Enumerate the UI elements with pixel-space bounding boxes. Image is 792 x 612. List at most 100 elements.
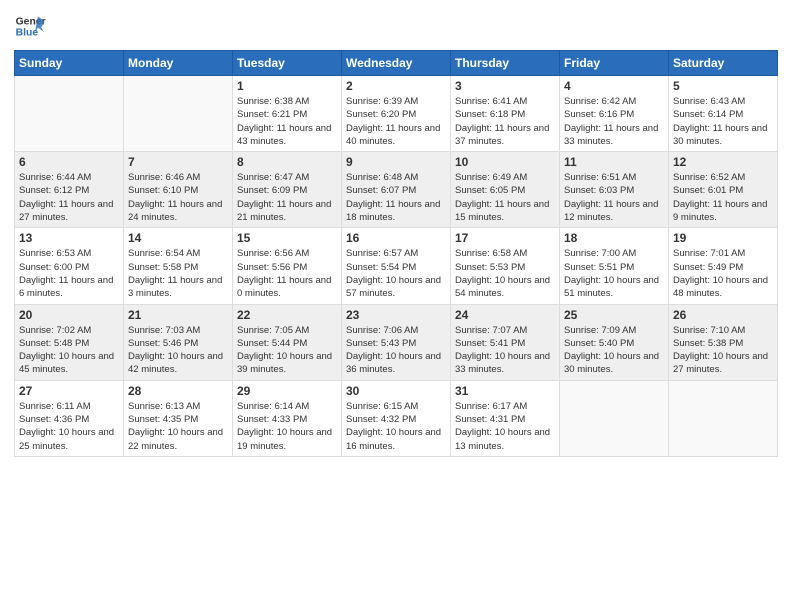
calendar-week-0: 1 Sunrise: 6:38 AM Sunset: 6:21 PM Daylig…	[15, 76, 778, 152]
header: General Blue	[14, 10, 778, 42]
day-number: 30	[346, 384, 446, 398]
calendar-cell: 24 Sunrise: 7:07 AM Sunset: 5:41 PM Dayli…	[451, 304, 560, 380]
day-number: 24	[455, 308, 555, 322]
calendar-cell: 11 Sunrise: 6:51 AM Sunset: 6:03 PM Dayli…	[560, 152, 669, 228]
day-info: Sunrise: 6:43 AM Sunset: 6:14 PM Dayligh…	[673, 95, 773, 148]
day-info: Sunrise: 6:52 AM Sunset: 6:01 PM Dayligh…	[673, 171, 773, 224]
day-number: 26	[673, 308, 773, 322]
day-info: Sunrise: 6:39 AM Sunset: 6:20 PM Dayligh…	[346, 95, 446, 148]
calendar-cell: 28 Sunrise: 6:13 AM Sunset: 4:35 PM Dayli…	[124, 380, 233, 456]
day-number: 2	[346, 79, 446, 93]
calendar-cell: 14Sunrise: 6:54 AM Sunset: 5:58 PM Dayli…	[124, 228, 233, 304]
day-number: 25	[564, 308, 664, 322]
calendar-cell: 23 Sunrise: 7:06 AM Sunset: 5:43 PM Dayli…	[342, 304, 451, 380]
calendar-cell: 6 Sunrise: 6:44 AM Sunset: 6:12 PM Daylig…	[15, 152, 124, 228]
day-info: Sunrise: 6:17 AM Sunset: 4:31 PM Dayligh…	[455, 400, 555, 453]
logo: General Blue	[14, 10, 48, 42]
calendar-cell: 21 Sunrise: 7:03 AM Sunset: 5:46 PM Dayli…	[124, 304, 233, 380]
day-info: Sunrise: 6:38 AM Sunset: 6:21 PM Dayligh…	[237, 95, 337, 148]
calendar-cell: 12Sunrise: 6:52 AM Sunset: 6:01 PM Dayli…	[669, 152, 778, 228]
calendar-cell: 26 Sunrise: 7:10 AM Sunset: 5:38 PM Dayli…	[669, 304, 778, 380]
day-number: 27	[19, 384, 119, 398]
day-info: Sunrise: 6:56 AM Sunset: 5:56 PM Dayligh…	[237, 247, 337, 300]
calendar-cell: 4 Sunrise: 6:42 AM Sunset: 6:16 PM Daylig…	[560, 76, 669, 152]
day-info: Sunrise: 6:53 AM Sunset: 6:00 PM Dayligh…	[19, 247, 119, 300]
day-info: Sunrise: 6:49 AM Sunset: 6:05 PM Dayligh…	[455, 171, 555, 224]
calendar-cell	[15, 76, 124, 152]
day-number: 21	[128, 308, 228, 322]
weekday-wednesday: Wednesday	[342, 51, 451, 76]
day-info: Sunrise: 7:07 AM Sunset: 5:41 PM Dayligh…	[455, 324, 555, 377]
logo-icon: General Blue	[14, 10, 46, 42]
calendar-cell: 29Sunrise: 6:14 AM Sunset: 4:33 PM Dayli…	[233, 380, 342, 456]
day-number: 3	[455, 79, 555, 93]
page: General Blue SundayMondayTuesdayWednesda…	[0, 0, 792, 612]
day-number: 19	[673, 231, 773, 245]
day-number: 9	[346, 155, 446, 169]
day-info: Sunrise: 6:54 AM Sunset: 5:58 PM Dayligh…	[128, 247, 228, 300]
calendar-cell	[124, 76, 233, 152]
calendar-week-3: 20 Sunrise: 7:02 AM Sunset: 5:48 PM Dayli…	[15, 304, 778, 380]
day-number: 18	[564, 231, 664, 245]
calendar-cell: 9 Sunrise: 6:48 AM Sunset: 6:07 PM Daylig…	[342, 152, 451, 228]
weekday-friday: Friday	[560, 51, 669, 76]
day-info: Sunrise: 6:14 AM Sunset: 4:33 PM Dayligh…	[237, 400, 337, 453]
calendar-cell: 8Sunrise: 6:47 AM Sunset: 6:09 PM Daylig…	[233, 152, 342, 228]
day-info: Sunrise: 6:48 AM Sunset: 6:07 PM Dayligh…	[346, 171, 446, 224]
day-info: Sunrise: 7:02 AM Sunset: 5:48 PM Dayligh…	[19, 324, 119, 377]
calendar-cell: 27 Sunrise: 6:11 AM Sunset: 4:36 PM Dayli…	[15, 380, 124, 456]
calendar-table: SundayMondayTuesdayWednesdayThursdayFrid…	[14, 50, 778, 457]
day-number: 23	[346, 308, 446, 322]
day-info: Sunrise: 6:42 AM Sunset: 6:16 PM Dayligh…	[564, 95, 664, 148]
weekday-sunday: Sunday	[15, 51, 124, 76]
day-info: Sunrise: 6:44 AM Sunset: 6:12 PM Dayligh…	[19, 171, 119, 224]
calendar-cell: 2 Sunrise: 6:39 AM Sunset: 6:20 PM Daylig…	[342, 76, 451, 152]
calendar-week-2: 13 Sunrise: 6:53 AM Sunset: 6:00 PM Dayli…	[15, 228, 778, 304]
day-number: 16	[346, 231, 446, 245]
calendar-cell: 13 Sunrise: 6:53 AM Sunset: 6:00 PM Dayli…	[15, 228, 124, 304]
day-number: 4	[564, 79, 664, 93]
calendar-cell	[560, 380, 669, 456]
svg-text:Blue: Blue	[16, 28, 39, 39]
calendar-cell: 1 Sunrise: 6:38 AM Sunset: 6:21 PM Daylig…	[233, 76, 342, 152]
day-number: 22	[237, 308, 337, 322]
day-number: 11	[564, 155, 664, 169]
day-number: 15	[237, 231, 337, 245]
calendar-cell: 19 Sunrise: 7:01 AM Sunset: 5:49 PM Dayli…	[669, 228, 778, 304]
day-info: Sunrise: 7:01 AM Sunset: 5:49 PM Dayligh…	[673, 247, 773, 300]
calendar-cell: 7 Sunrise: 6:46 AM Sunset: 6:10 PM Daylig…	[124, 152, 233, 228]
day-number: 13	[19, 231, 119, 245]
calendar-cell: 22 Sunrise: 7:05 AM Sunset: 5:44 PM Dayli…	[233, 304, 342, 380]
calendar-cell: 3 Sunrise: 6:41 AM Sunset: 6:18 PM Daylig…	[451, 76, 560, 152]
calendar-cell: 17Sunrise: 6:58 AM Sunset: 5:53 PM Dayli…	[451, 228, 560, 304]
day-info: Sunrise: 6:41 AM Sunset: 6:18 PM Dayligh…	[455, 95, 555, 148]
calendar-cell: 5Sunrise: 6:43 AM Sunset: 6:14 PM Daylig…	[669, 76, 778, 152]
day-info: Sunrise: 6:13 AM Sunset: 4:35 PM Dayligh…	[128, 400, 228, 453]
calendar-cell: 10Sunrise: 6:49 AM Sunset: 6:05 PM Dayli…	[451, 152, 560, 228]
day-number: 8	[237, 155, 337, 169]
weekday-header-row: SundayMondayTuesdayWednesdayThursdayFrid…	[15, 51, 778, 76]
calendar-cell: 16Sunrise: 6:57 AM Sunset: 5:54 PM Dayli…	[342, 228, 451, 304]
day-number: 20	[19, 308, 119, 322]
day-info: Sunrise: 7:10 AM Sunset: 5:38 PM Dayligh…	[673, 324, 773, 377]
day-number: 1	[237, 79, 337, 93]
calendar-cell: 15 Sunrise: 6:56 AM Sunset: 5:56 PM Dayli…	[233, 228, 342, 304]
day-info: Sunrise: 7:00 AM Sunset: 5:51 PM Dayligh…	[564, 247, 664, 300]
calendar-cell: 20 Sunrise: 7:02 AM Sunset: 5:48 PM Dayli…	[15, 304, 124, 380]
day-number: 28	[128, 384, 228, 398]
day-info: Sunrise: 7:05 AM Sunset: 5:44 PM Dayligh…	[237, 324, 337, 377]
day-number: 6	[19, 155, 119, 169]
calendar-cell	[669, 380, 778, 456]
day-info: Sunrise: 6:15 AM Sunset: 4:32 PM Dayligh…	[346, 400, 446, 453]
day-info: Sunrise: 7:06 AM Sunset: 5:43 PM Dayligh…	[346, 324, 446, 377]
day-info: Sunrise: 7:03 AM Sunset: 5:46 PM Dayligh…	[128, 324, 228, 377]
day-info: Sunrise: 6:11 AM Sunset: 4:36 PM Dayligh…	[19, 400, 119, 453]
day-number: 7	[128, 155, 228, 169]
weekday-thursday: Thursday	[451, 51, 560, 76]
day-info: Sunrise: 6:51 AM Sunset: 6:03 PM Dayligh…	[564, 171, 664, 224]
weekday-monday: Monday	[124, 51, 233, 76]
weekday-tuesday: Tuesday	[233, 51, 342, 76]
day-info: Sunrise: 6:46 AM Sunset: 6:10 PM Dayligh…	[128, 171, 228, 224]
day-number: 17	[455, 231, 555, 245]
calendar-week-1: 6 Sunrise: 6:44 AM Sunset: 6:12 PM Daylig…	[15, 152, 778, 228]
